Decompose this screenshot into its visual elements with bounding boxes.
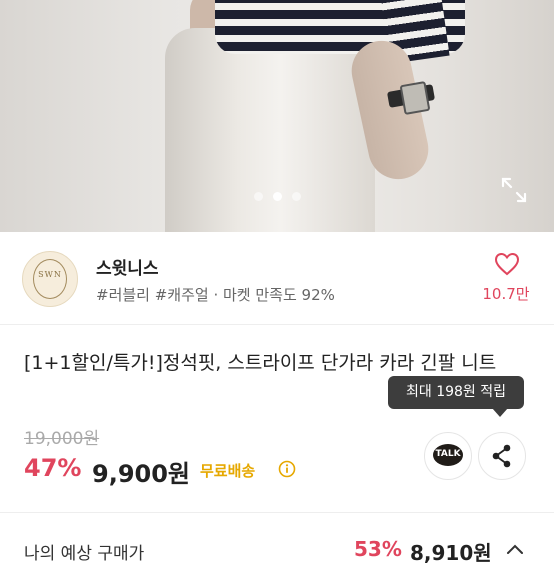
product-image[interactable] <box>0 0 554 232</box>
seller-name[interactable]: 스윗니스 <box>96 254 159 279</box>
points-tooltip: 최대 198원 적립 <box>388 376 524 409</box>
photo-watch-face <box>399 80 431 116</box>
carousel-dot[interactable] <box>291 192 301 201</box>
info-icon[interactable] <box>278 460 296 478</box>
like-count: 10.7만 <box>482 285 530 303</box>
carousel-indicator <box>0 192 554 201</box>
sale-price: 9,900원 <box>92 460 190 488</box>
carousel-dot[interactable] <box>253 192 263 201</box>
expand-icon[interactable] <box>501 177 527 203</box>
expected-price: 8,910원 <box>410 541 492 565</box>
heart-icon[interactable] <box>494 252 520 276</box>
expected-price-label: 나의 예상 구매가 <box>24 544 145 564</box>
free-shipping-badge: 무료배송 <box>200 462 256 480</box>
tooltip-arrow-icon <box>492 408 508 417</box>
kakao-talk-button[interactable]: TALK <box>424 432 472 480</box>
discount-rate: 47% <box>24 454 82 482</box>
share-icon <box>492 444 511 468</box>
logo-ring-icon <box>33 259 67 299</box>
seller-logo[interactable]: SWN <box>22 251 78 307</box>
photo-pants <box>165 28 375 232</box>
chevron-up-icon[interactable] <box>506 543 524 555</box>
original-price: 19,000원 <box>24 429 100 449</box>
logo-monogram: SWN <box>38 270 62 279</box>
seller-row[interactable]: SWN 스윗니스 #러블리 #캐주얼 · 마켓 만족도 92% 10.7만 <box>0 232 554 325</box>
expected-price-row[interactable]: 나의 예상 구매가 53% 8,910원 <box>0 512 554 573</box>
seller-tags: #러블리 #캐주얼 · 마켓 만족도 92% <box>96 286 335 304</box>
product-title: [1+1할인/특가!]정석핏, 스트라이프 단가라 카라 긴팔 니트 <box>24 352 497 374</box>
expected-discount: 53% <box>354 537 402 561</box>
talk-label: TALK <box>435 449 461 459</box>
carousel-dot-active[interactable] <box>272 192 282 201</box>
share-button[interactable] <box>478 432 526 480</box>
